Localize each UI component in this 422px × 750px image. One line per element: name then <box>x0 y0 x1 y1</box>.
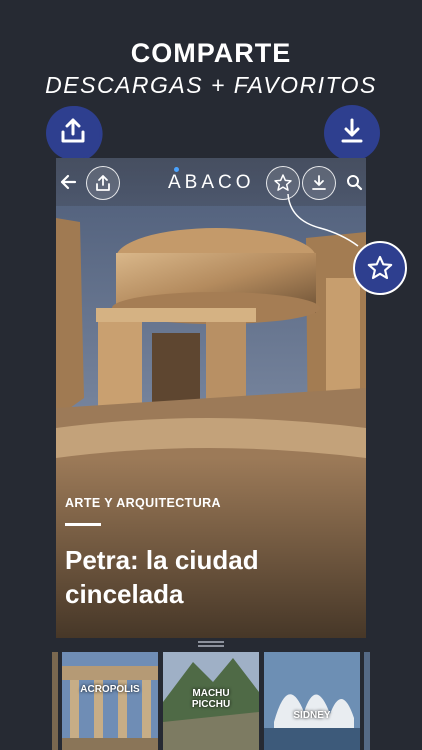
star-icon <box>367 255 393 280</box>
search-icon <box>346 174 362 190</box>
thumbnail-partial-right[interactable] <box>364 652 370 750</box>
search-button[interactable] <box>344 172 364 192</box>
share-callout-button <box>46 104 100 158</box>
promo-headline: COMPARTE <box>130 38 292 68</box>
thumbnail-acropolis[interactable]: ACROPOLIS <box>62 652 158 750</box>
thumbnail-label-line2: PICCHU <box>191 699 231 710</box>
drawer-handle[interactable] <box>198 641 224 643</box>
thumbnail-acropolis-image <box>62 652 158 750</box>
download-callout-button <box>325 104 379 158</box>
article-title[interactable]: Petra: la ciudad cincelada <box>65 543 345 611</box>
share-icon <box>61 118 85 143</box>
article-title-line2: cincelada <box>65 579 184 609</box>
thumbnail-sidney[interactable]: SIDNEY <box>264 652 360 750</box>
thumbnail-sidney-image <box>264 652 360 750</box>
thumbnail-label: MACHU PICCHU <box>163 688 259 710</box>
app-logo: ABACO <box>168 172 255 193</box>
article-category[interactable]: ARTE Y ARQUITECTURA <box>65 496 221 510</box>
share-icon <box>96 175 110 191</box>
thumbnail-partial-left[interactable] <box>52 652 58 750</box>
favorite-connector <box>287 193 359 247</box>
thumbnail-label: SIDNEY <box>293 710 331 721</box>
category-divider <box>65 523 101 526</box>
arrow-left-icon <box>60 174 77 190</box>
thumbnail-label: ACROPOLIS <box>80 684 140 695</box>
article-title-line1: Petra: la ciudad <box>65 545 259 575</box>
favorite-callout <box>353 241 407 295</box>
share-button[interactable] <box>86 166 120 200</box>
back-button[interactable] <box>57 171 79 193</box>
download-icon <box>341 118 363 143</box>
thumbnail-label-line1: MACHU <box>192 688 230 699</box>
promo-subline: DESCARGAS + FAVORITOS <box>45 72 377 98</box>
thumbnail-machu-picchu[interactable]: MACHU PICCHU <box>163 652 259 750</box>
